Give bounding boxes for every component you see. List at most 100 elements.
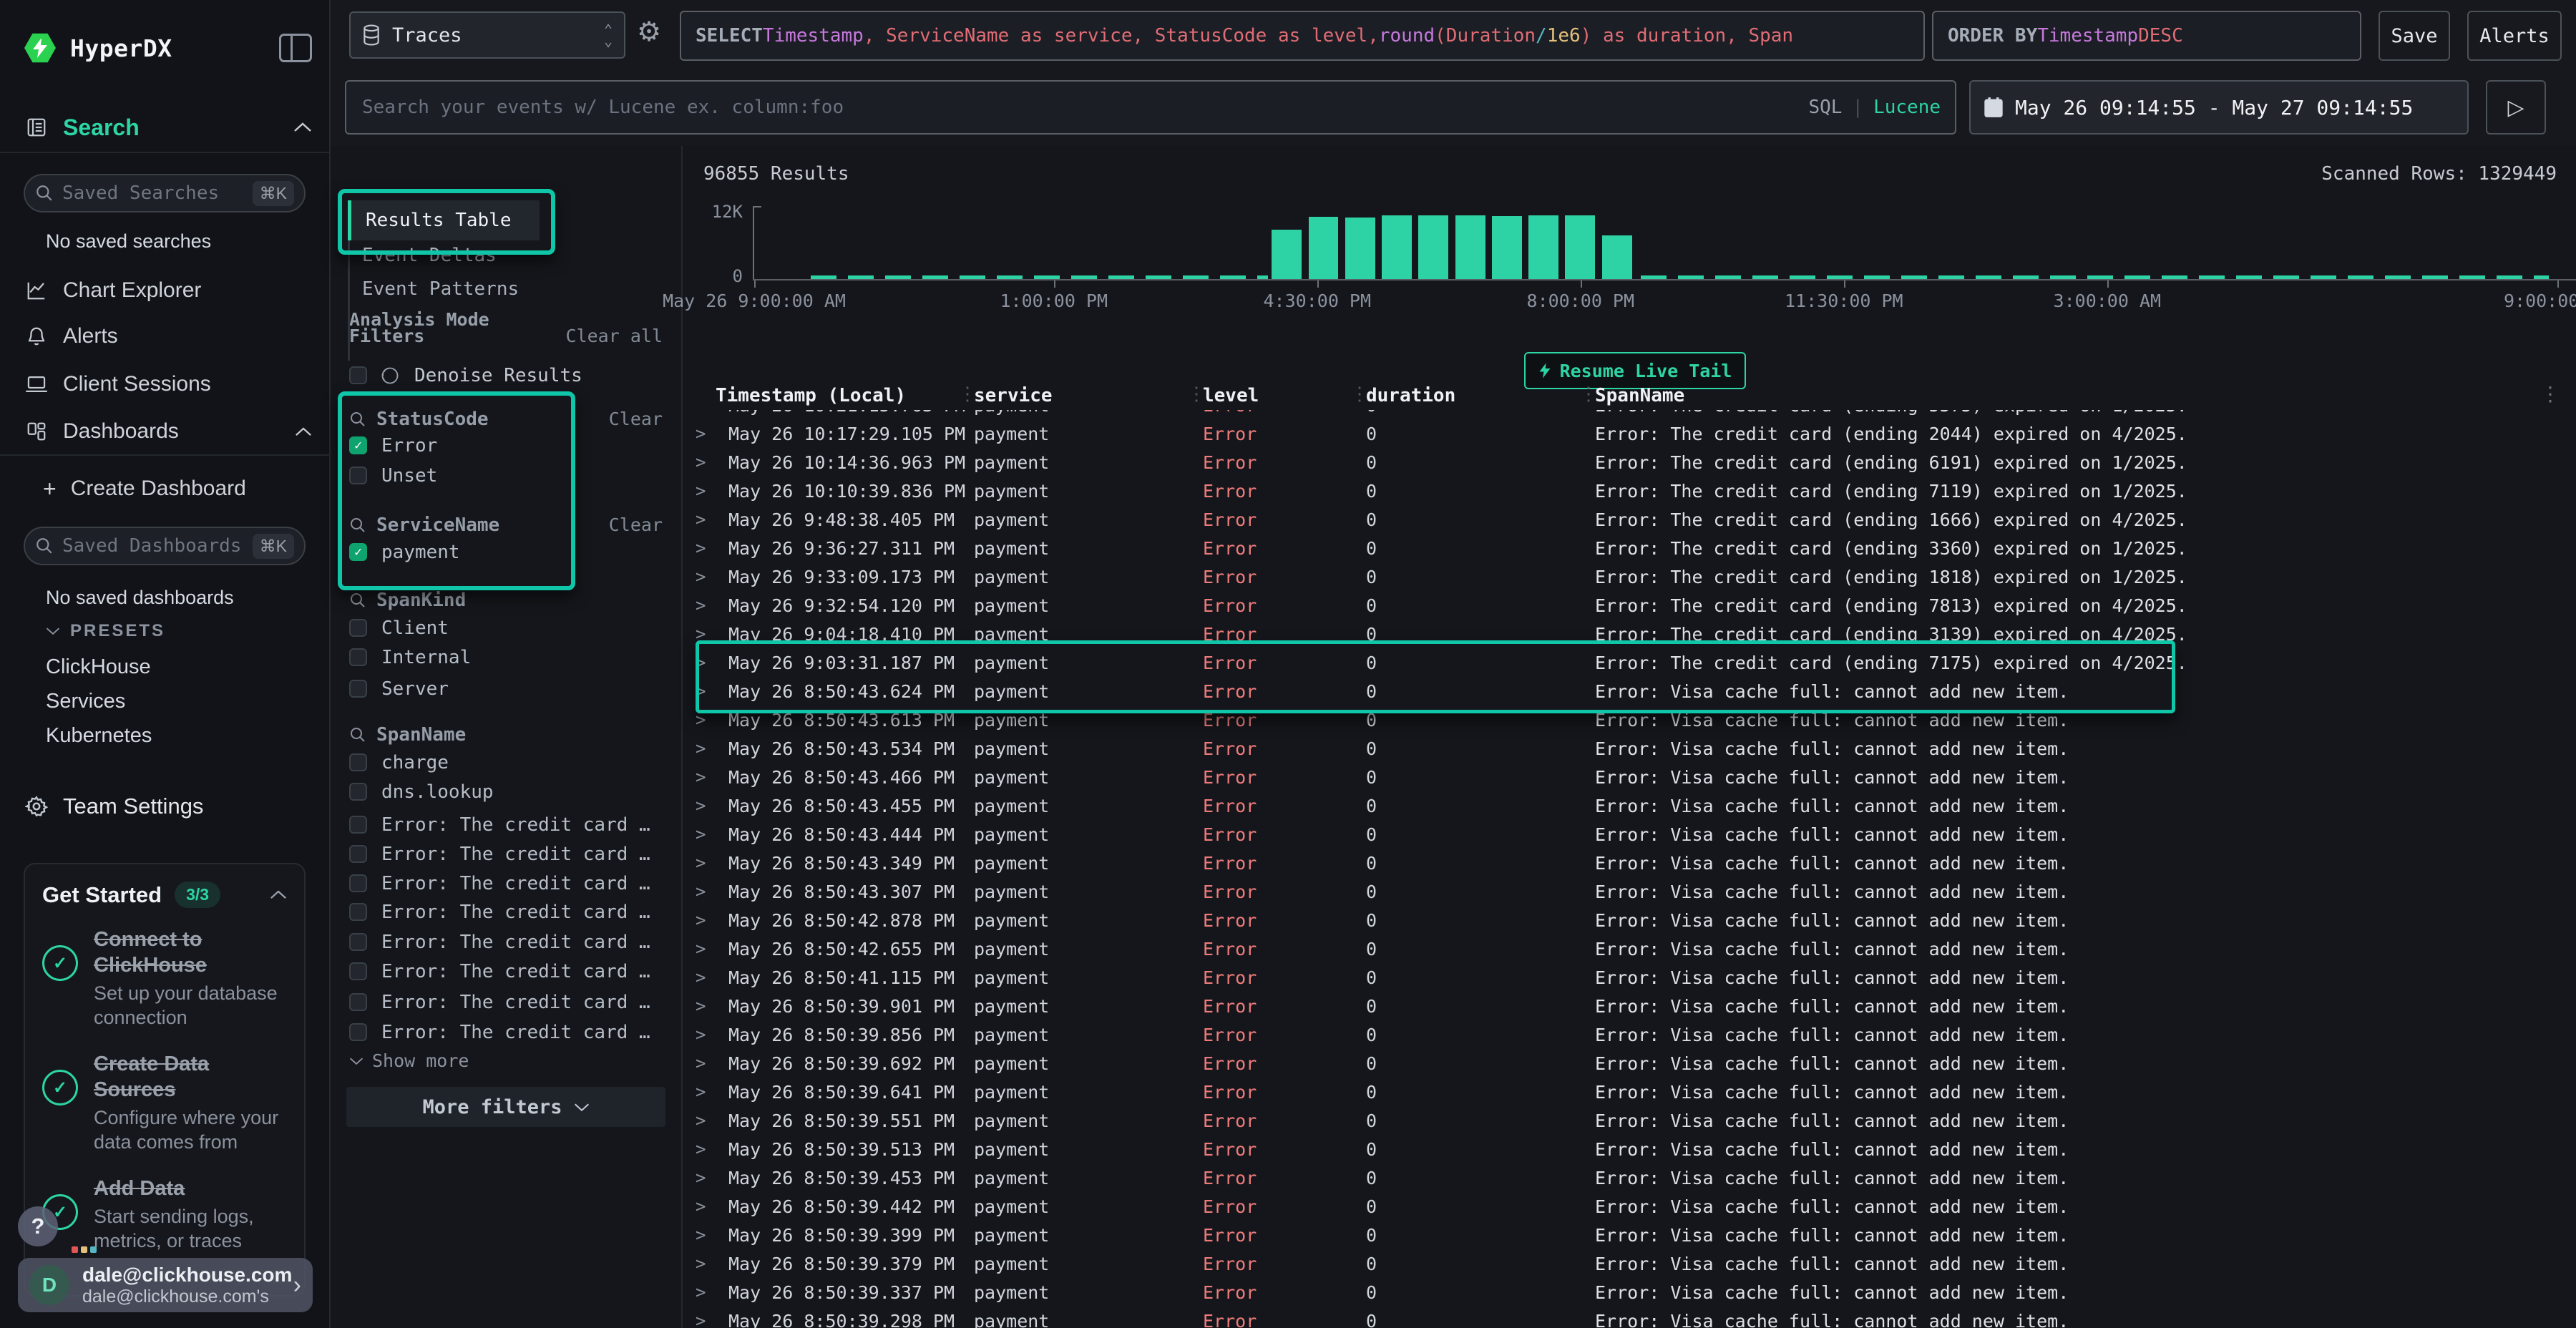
column-header-spanname[interactable]: SpanName [1595,385,2576,406]
filter-checkbox[interactable] [349,903,367,921]
histogram-bar[interactable] [1382,215,1412,279]
filter-option[interactable]: Error: The credit card … [349,897,663,927]
user-menu[interactable]: D dale@clickhouse.com dale@clickhouse.co… [18,1258,313,1312]
table-row[interactable]: >May 26 8:50:39.379 PMpaymentError0Error… [683,1249,2576,1278]
save-button[interactable]: Save [2379,11,2450,61]
expand-chevron-icon[interactable]: > [696,853,728,873]
language-lucene[interactable]: Lucene [1873,97,1941,118]
source-select[interactable]: Traces ⌃⌄ [349,11,625,59]
expand-chevron-icon[interactable]: > [696,624,728,644]
expand-chevron-icon[interactable]: > [696,767,728,787]
expand-chevron-icon[interactable]: > [696,424,728,444]
filter-checkbox[interactable] [349,619,367,637]
filter-checkbox[interactable] [349,467,367,484]
filter-checkbox[interactable]: ✓ [349,436,367,454]
expand-chevron-icon[interactable]: > [696,538,728,558]
preset-link-kubernetes[interactable]: Kubernetes [46,724,152,748]
presets-toggle[interactable]: PRESETS [46,621,165,641]
table-row[interactable]: >May 26 10:10:39.836 PMpaymentError0Erro… [683,477,2576,505]
table-row[interactable]: >May 26 8:50:43.466 PMpaymentError0Error… [683,763,2576,791]
table-row[interactable]: >May 26 9:04:18.410 PMpaymentError0Error… [683,620,2576,648]
denoise-results-toggle[interactable]: Denoise Results [349,361,663,390]
table-row[interactable]: >May 26 8:50:39.337 PMpaymentError0Error… [683,1278,2576,1307]
table-row[interactable]: >May 26 8:50:39.453 PMpaymentError0Error… [683,1163,2576,1192]
saved-dashboards-input[interactable]: Saved Dashboards ⌘K [24,527,306,565]
table-row[interactable]: >May 26 8:50:43.444 PMpaymentError0Error… [683,820,2576,849]
column-header-level[interactable]: level [1203,385,1366,406]
event-search-input[interactable] [361,96,1808,119]
collapse-sidebar-icon[interactable] [279,34,312,62]
analysis-mode-results-table[interactable]: Results Table [348,200,540,240]
table-row[interactable]: >May 26 8:50:42.655 PMpaymentError0Error… [683,934,2576,963]
analysis-mode-event-deltas[interactable]: Event Deltas [348,240,540,270]
date-range-picker[interactable]: May 26 09:14:55 - May 27 09:14:55 [1969,80,2469,135]
expand-chevron-icon[interactable]: > [696,824,728,844]
show-more-button[interactable]: Show more [349,1046,663,1075]
table-row[interactable]: >May 26 8:50:43.455 PMpaymentError0Error… [683,791,2576,820]
filter-option[interactable]: ✓payment [349,537,663,567]
filter-checkbox[interactable] [349,962,367,980]
filter-option[interactable]: Error: The credit card … [349,839,663,869]
select-clause-input[interactable]: SELECT Timestamp, ServiceName as service… [680,11,1925,61]
help-button[interactable]: ? [18,1206,58,1246]
histogram-bar[interactable] [1272,230,1302,279]
expand-chevron-icon[interactable]: > [696,1196,728,1216]
expand-chevron-icon[interactable]: > [696,882,728,902]
expand-chevron-icon[interactable]: > [696,509,728,529]
expand-chevron-icon[interactable]: > [696,410,728,415]
expand-chevron-icon[interactable]: > [696,1082,728,1102]
more-filters-button[interactable]: More filters [346,1087,665,1127]
expand-chevron-icon[interactable]: > [696,1254,728,1274]
get-started-item[interactable]: ✓Create Data SourcesConfigure where your… [25,1040,304,1164]
filter-checkbox[interactable] [349,783,367,801]
alerts-button[interactable]: Alerts [2467,11,2562,61]
expand-chevron-icon[interactable]: > [696,681,728,701]
denoise-checkbox[interactable] [349,366,367,384]
table-row[interactable]: >May 26 9:32:54.120 PMpaymentError0Error… [683,591,2576,620]
preset-link-services[interactable]: Services [46,690,125,713]
filter-checkbox[interactable] [349,816,367,834]
table-row[interactable]: >May 26 8:50:43.613 PMpaymentError0Error… [683,706,2576,734]
expand-chevron-icon[interactable]: > [696,1139,728,1159]
table-row[interactable]: >May 26 9:03:31.187 PMpaymentError0Error… [683,648,2576,677]
filter-option[interactable]: charge [349,748,663,777]
get-started-header[interactable]: Get Started 3/3 [25,864,304,915]
get-started-item[interactable]: ✓Add DataStart sending logs, metrics, or… [25,1164,304,1263]
clear-all-button[interactable]: Clear all [566,326,663,346]
filter-checkbox[interactable] [349,933,367,951]
filter-option[interactable]: Error: The credit card … [349,957,663,986]
sidebar-item-client-sessions[interactable]: Client Sessions [24,368,312,400]
column-header-service[interactable]: service [974,385,1203,406]
table-row[interactable]: >May 26 8:50:39.551 PMpaymentError0Error… [683,1106,2576,1135]
table-row[interactable]: >May 26 8:50:39.692 PMpaymentError0Error… [683,1049,2576,1078]
table-row[interactable]: >May 26 8:50:41.115 PMpaymentError0Error… [683,963,2576,992]
expand-chevron-icon[interactable]: > [696,1225,728,1245]
filter-clear-button[interactable]: Clear [609,409,663,429]
get-started-item[interactable]: ✓Connect to ClickHouseSet up your databa… [25,915,304,1040]
sidebar-item-dashboards[interactable]: Dashboards [24,416,312,447]
analysis-mode-event-patterns[interactable]: Event Patterns [348,274,540,303]
table-row[interactable]: >May 26 8:50:39.298 PMpaymentError0Error… [683,1307,2576,1328]
filter-option[interactable]: Client [349,613,663,643]
column-options-icon[interactable]: ⋮ [2540,382,2560,406]
expand-chevron-icon[interactable]: > [696,967,728,987]
table-row[interactable]: >May 26 8:50:43.349 PMpaymentError0Error… [683,849,2576,877]
filter-option[interactable]: Error: The credit card … [349,1017,663,1047]
sidebar-item-alerts[interactable]: Alerts [24,321,312,352]
table-row[interactable]: >May 26 10:21:15.763 PMpaymentError0Erro… [683,410,2576,419]
filter-checkbox[interactable] [349,1023,367,1041]
language-sql[interactable]: SQL [1808,97,1842,118]
filter-option[interactable]: Error: The credit card … [349,810,663,839]
filter-option[interactable]: Error: The credit card … [349,927,663,957]
histogram-bar[interactable] [1418,215,1448,279]
histogram-bar[interactable] [1565,215,1595,279]
language-toggle[interactable]: SQL | Lucene [1808,97,1941,118]
sidebar-item-team-settings[interactable]: Team Settings [24,791,312,822]
expand-chevron-icon[interactable]: > [696,452,728,472]
filter-option[interactable]: Error: The credit card … [349,869,663,898]
table-row[interactable]: >May 26 8:50:43.307 PMpaymentError0Error… [683,877,2576,906]
expand-chevron-icon[interactable]: > [696,1053,728,1073]
filter-checkbox[interactable] [349,874,367,892]
saved-searches-input[interactable]: Saved Searches ⌘K [24,174,306,213]
events-histogram[interactable] [754,209,2570,279]
